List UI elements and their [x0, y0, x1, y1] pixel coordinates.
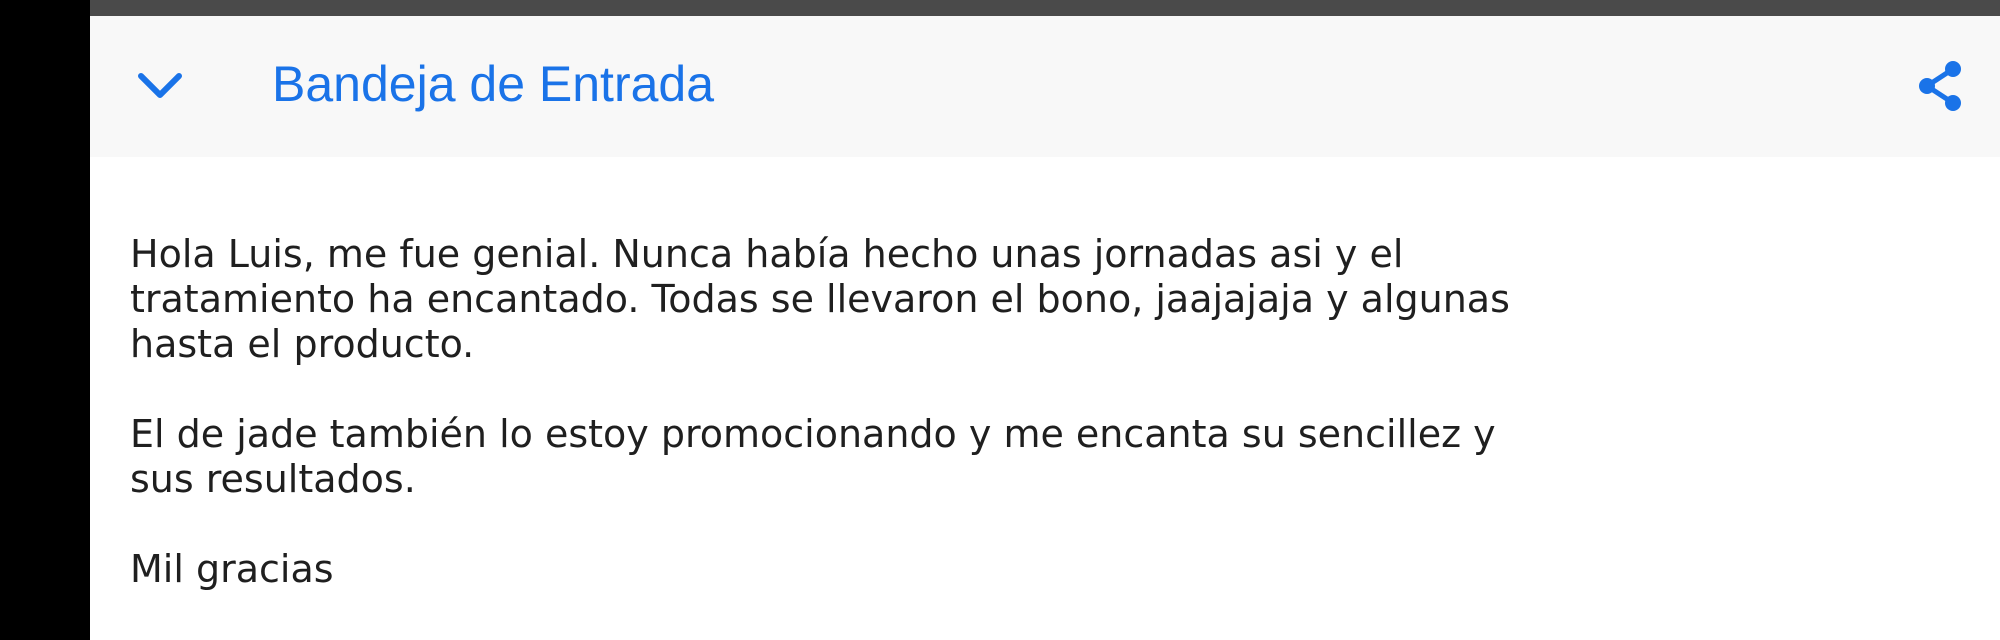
message-paragraph: El de jade también lo estoy promocionand… [130, 412, 1530, 502]
message-signoff: Mil gracias [130, 547, 1530, 592]
email-header: Bandeja de Entrada [90, 16, 2000, 157]
collapse-button[interactable] [130, 56, 190, 116]
message-line: Mil gracias [130, 547, 334, 591]
message-line: Hola Luis, me fue genial. Nunca había he… [130, 232, 1404, 276]
page-title: Bandeja de Entrada [272, 56, 715, 112]
message-paragraph: Hola Luis, me fue genial. Nunca había he… [130, 232, 1530, 367]
share-icon [1919, 61, 1961, 111]
message-line: El de jade también lo estoy promocionand… [130, 412, 1496, 456]
email-view: Bandeja de Entrada Hola Luis, me fue gen… [90, 16, 2000, 640]
message-body: Hola Luis, me fue genial. Nunca había he… [130, 232, 1530, 637]
left-edge-bar [0, 0, 90, 640]
message-line: hasta el producto. [130, 322, 475, 366]
message-line: sus resultados. [130, 457, 416, 501]
message-line: tratamiento ha encantado. Todas se lleva… [130, 277, 1510, 321]
share-button[interactable] [1910, 56, 1970, 116]
status-strip [90, 0, 2000, 16]
chevron-down-icon [138, 73, 182, 98]
